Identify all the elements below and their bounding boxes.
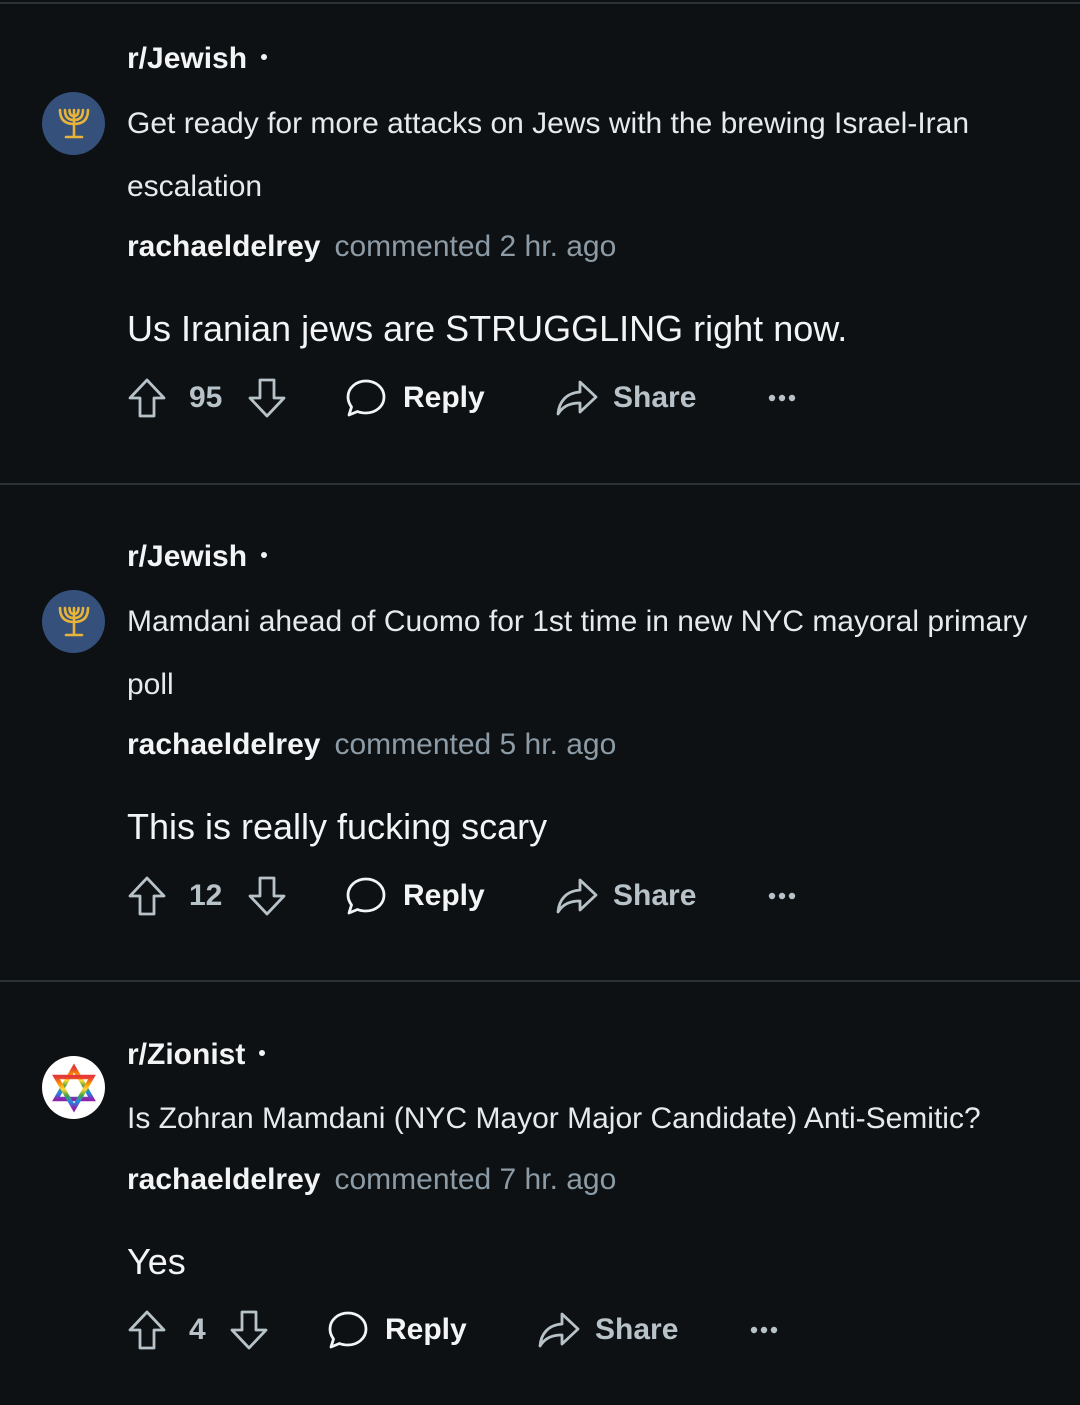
username[interactable]: rachaeldelrey — [127, 728, 320, 761]
share-label: Share — [595, 1313, 679, 1346]
upvote-icon[interactable] — [127, 373, 167, 423]
username[interactable]: rachaeldelrey — [127, 230, 320, 263]
reply-button[interactable]: Reply — [345, 373, 485, 423]
comment-body: Yes — [127, 1241, 186, 1282]
comment-body: Us Iranian jews are STRUGGLING right now… — [127, 308, 848, 349]
more-options-icon[interactable] — [767, 871, 797, 921]
comment-item[interactable]: r/Jewish Mamdani ahead of Cuomo for 1st … — [0, 485, 1080, 981]
subreddit-avatar[interactable] — [42, 1056, 105, 1119]
more-options-icon[interactable] — [767, 373, 797, 423]
downvote-icon[interactable] — [229, 1305, 269, 1355]
post-title[interactable]: Mamdani ahead of Cuomo for 1st time in n… — [127, 590, 1037, 716]
reply-button[interactable]: Reply — [327, 1305, 467, 1355]
comment-actions: 12 Reply Share — [127, 871, 887, 921]
more-options-icon[interactable] — [749, 1305, 779, 1355]
downvote-icon[interactable] — [247, 373, 287, 423]
share-button[interactable]: Share — [555, 871, 696, 921]
share-arrow-icon — [555, 876, 599, 916]
reply-label: Reply — [403, 381, 485, 414]
vote-score: 4 — [189, 1313, 206, 1346]
reply-button[interactable]: Reply — [345, 871, 485, 921]
subreddit-name[interactable]: r/Jewish — [127, 540, 268, 574]
menorah-icon — [58, 606, 89, 636]
comment-meta: rachaeldelrey commented 7 hr. ago — [127, 1163, 616, 1197]
comment-actions: 4 Reply Share — [127, 1305, 887, 1355]
comment-bubble-icon — [327, 1309, 369, 1351]
timestamp: commented 5 hr. ago — [334, 728, 617, 761]
share-label: Share — [613, 381, 697, 414]
comment-bubble-icon — [345, 377, 387, 419]
comment-bubble-icon — [345, 875, 387, 917]
separator-dot — [261, 54, 268, 61]
comment-item[interactable]: r/Zionist Is Zohran Mamdani (NYC Mayor M… — [0, 982, 1080, 1405]
subreddit-name[interactable]: r/Zionist — [127, 1038, 266, 1072]
username[interactable]: rachaeldelrey — [127, 1163, 320, 1196]
share-arrow-icon — [555, 378, 599, 418]
comment-actions: 95 Reply Share — [127, 373, 887, 423]
upvote-icon[interactable] — [127, 1305, 167, 1355]
timestamp: commented 2 hr. ago — [334, 230, 617, 263]
reply-label: Reply — [385, 1313, 467, 1346]
subreddit-avatar[interactable] — [42, 92, 105, 155]
separator-dot — [261, 552, 268, 559]
comment-meta: rachaeldelrey commented 2 hr. ago — [127, 230, 616, 264]
comment-item[interactable]: r/Jewish Get ready for more attacks on J… — [0, 0, 1080, 483]
reply-label: Reply — [403, 879, 485, 912]
vote-score: 12 — [189, 879, 223, 912]
comment-body: This is really fucking scary — [127, 806, 548, 847]
share-button[interactable]: Share — [537, 1305, 678, 1355]
subreddit-name[interactable]: r/Jewish — [127, 42, 268, 76]
comment-meta: rachaeldelrey commented 5 hr. ago — [127, 728, 616, 762]
rainbow-star-of-david-icon — [51, 1063, 96, 1112]
downvote-icon[interactable] — [247, 871, 287, 921]
timestamp: commented 7 hr. ago — [334, 1163, 617, 1196]
post-title[interactable]: Is Zohran Mamdani (NYC Mayor Major Candi… — [127, 1087, 1037, 1150]
share-label: Share — [613, 879, 697, 912]
upvote-icon[interactable] — [127, 871, 167, 921]
subreddit-avatar[interactable] — [42, 590, 105, 653]
separator-dot — [259, 1050, 266, 1057]
menorah-icon — [58, 108, 89, 138]
share-arrow-icon — [537, 1310, 581, 1350]
share-button[interactable]: Share — [555, 373, 696, 423]
post-title[interactable]: Get ready for more attacks on Jews with … — [127, 92, 1037, 218]
vote-score: 95 — [189, 381, 223, 414]
